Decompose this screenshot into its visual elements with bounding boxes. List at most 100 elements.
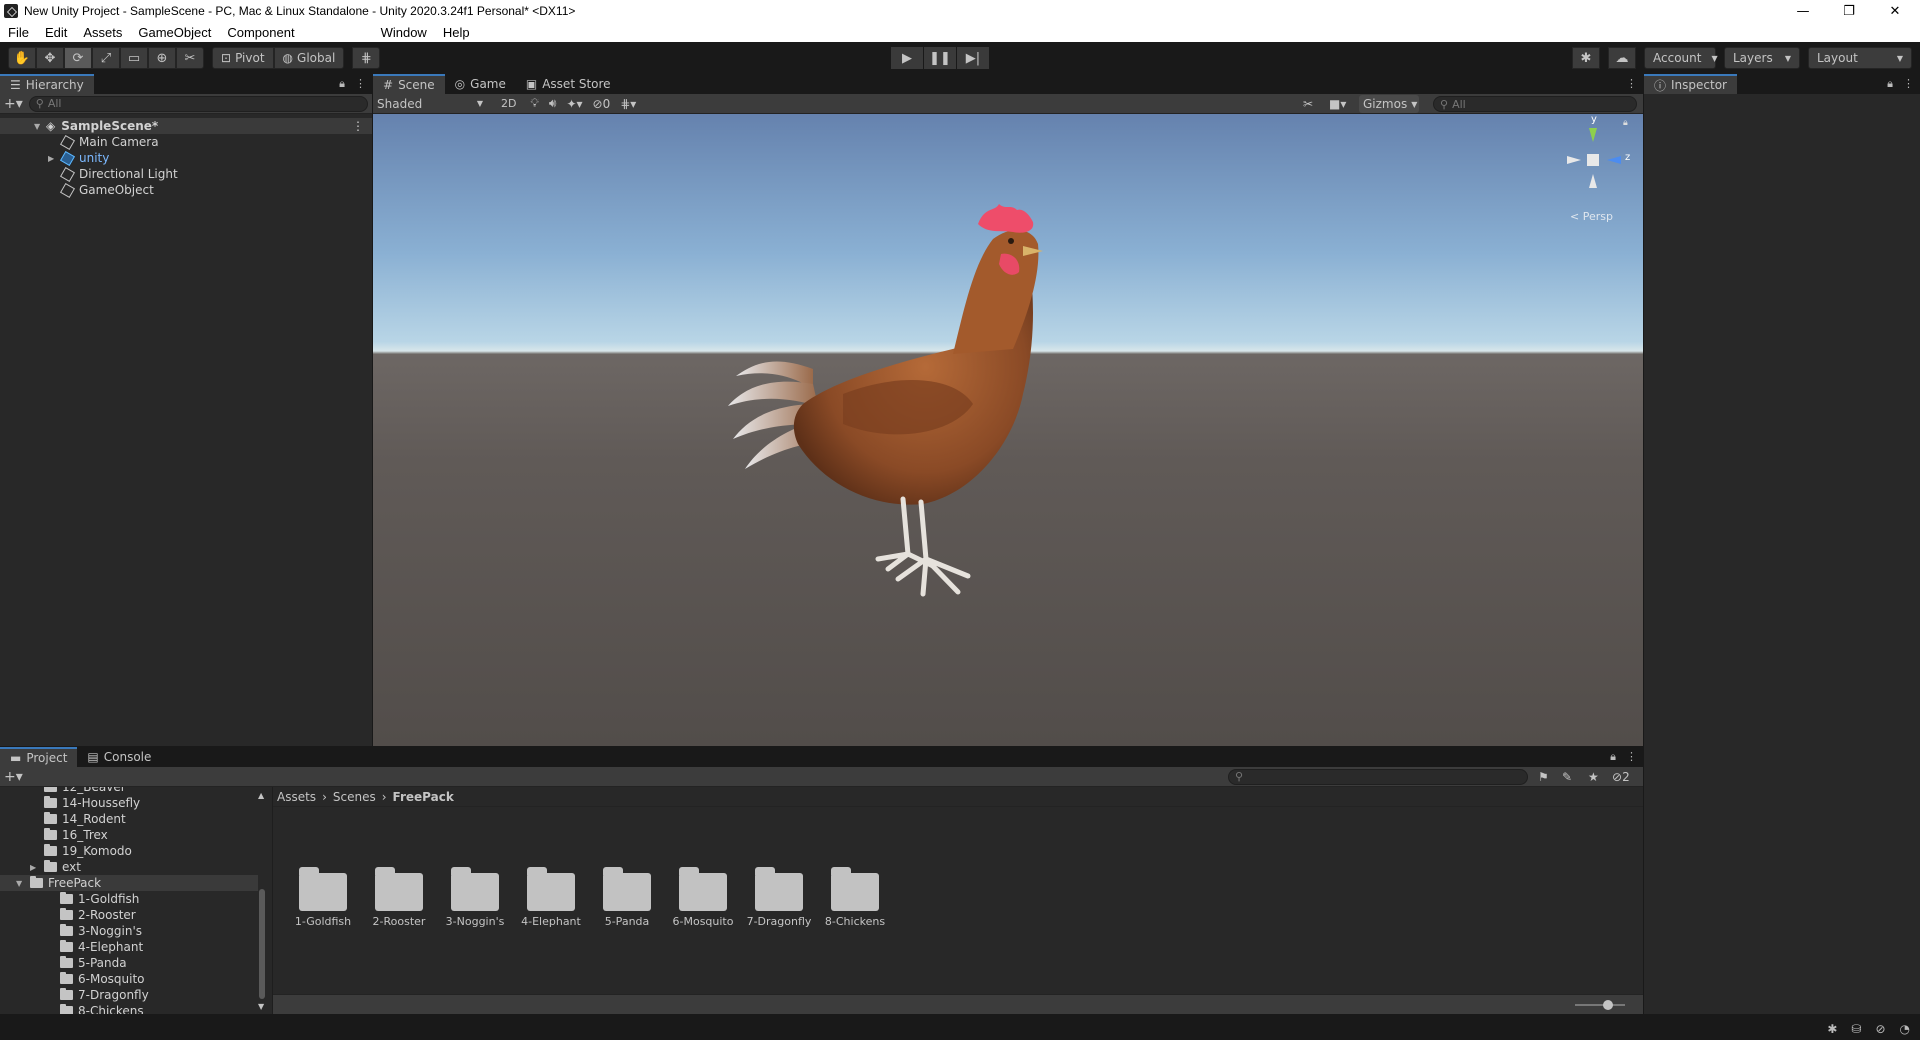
transform-tool-icon[interactable]: ⊕: [148, 47, 176, 69]
shading-mode-dropdown[interactable]: Shaded ▼: [373, 94, 491, 113]
kebab-menu-icon[interactable]: ⋮: [1626, 750, 1637, 764]
kebab-menu-icon[interactable]: ⋮: [355, 77, 366, 91]
menu-assets[interactable]: Assets: [75, 25, 130, 40]
mode-2d-toggle[interactable]: 2D: [501, 97, 516, 110]
icon-size-slider[interactable]: [1575, 1000, 1625, 1010]
cloud-icon[interactable]: ☁: [1608, 47, 1636, 69]
menu-edit[interactable]: Edit: [37, 25, 75, 40]
favorite-star-icon[interactable]: ★: [1588, 770, 1599, 784]
folder-item[interactable]: 4-Elephant: [513, 867, 589, 928]
foldout-collapsed-icon[interactable]: ▶: [48, 154, 58, 163]
folder-tree-item[interactable]: 19_Komodo: [44, 843, 132, 859]
gizmos-dropdown[interactable]: Gizmos ▼: [1359, 95, 1419, 113]
folder-tree-item[interactable]: 1-Goldfish: [60, 891, 139, 907]
auto-generate-lighting-icon[interactable]: ⊘: [1875, 1022, 1885, 1036]
tab-asset-store[interactable]: ▣ Asset Store: [515, 74, 621, 94]
hidden-packages-toggle[interactable]: ⊘2: [1612, 770, 1630, 784]
account-dropdown[interactable]: Account ▼: [1644, 47, 1718, 69]
filter-by-label-icon[interactable]: ✎: [1562, 770, 1572, 784]
folder-tree-item[interactable]: 5-Panda: [60, 955, 127, 971]
close-button[interactable]: ✕: [1872, 0, 1918, 22]
slider-thumb[interactable]: [1603, 1000, 1613, 1010]
kebab-menu-icon[interactable]: ⋮: [1626, 77, 1637, 90]
global-toggle[interactable]: ◍ Global: [273, 47, 345, 69]
scene-viewport[interactable]: y z 🔒︎ < Persp: [373, 114, 1643, 746]
folder-tree-item[interactable]: 12_Beaver: [44, 787, 126, 795]
tab-game[interactable]: ◎ Game: [444, 74, 516, 94]
foldout-collapsed-icon[interactable]: ▶: [30, 863, 40, 872]
audio-icon[interactable]: 🔊︎: [549, 96, 557, 111]
scroll-up-icon[interactable]: ▲: [258, 791, 264, 800]
folder-tree-item[interactable]: ▼ FreePack: [0, 875, 258, 891]
hierarchy-item[interactable]: GameObject: [0, 182, 372, 198]
menu-component[interactable]: Component: [219, 25, 302, 40]
folder-tree-item[interactable]: 4-Elephant: [60, 939, 143, 955]
menu-gameobject[interactable]: GameObject: [130, 25, 219, 40]
scroll-thumb[interactable]: [259, 889, 265, 999]
play-icon[interactable]: ▶: [891, 47, 923, 69]
hand-tool-icon[interactable]: ✋: [8, 47, 36, 69]
rect-tool-icon[interactable]: ▭: [120, 47, 148, 69]
minimize-button[interactable]: —: [1780, 0, 1826, 22]
scale-tool-icon[interactable]: ⤢: [92, 47, 120, 69]
projection-label[interactable]: < Persp: [1570, 210, 1613, 223]
folder-tree-item[interactable]: 14-Houssefly: [44, 795, 140, 811]
filter-by-type-icon[interactable]: ⚑: [1538, 770, 1549, 784]
tab-project[interactable]: ▬ Project: [0, 747, 78, 767]
custom-tool-icon[interactable]: ✂: [176, 47, 204, 69]
kebab-menu-icon[interactable]: ⋮: [1903, 77, 1914, 91]
folder-tree-item[interactable]: 7-Dragonfly: [60, 987, 149, 1003]
hierarchy-search-input[interactable]: ⚲ All: [28, 95, 368, 112]
folder-tree-item[interactable]: 16_Trex: [44, 827, 108, 843]
rooster-model[interactable]: [373, 114, 1643, 746]
foldout-expanded-icon[interactable]: ▼: [16, 879, 26, 888]
effects-icon[interactable]: ✦▾: [566, 97, 582, 111]
cache-icon[interactable]: ⛁: [1851, 1022, 1861, 1036]
hierarchy-item[interactable]: ▶ unity: [0, 150, 372, 166]
lock-icon[interactable]: 🔒︎: [1623, 118, 1628, 128]
folder-tree-item[interactable]: ▶ ext: [30, 859, 81, 875]
kebab-menu-icon[interactable]: ⋮: [352, 119, 364, 133]
debug-icon[interactable]: ✱: [1827, 1022, 1837, 1036]
scene-row[interactable]: ▼ ◈ SampleScene* ⋮: [0, 118, 372, 134]
scroll-down-icon[interactable]: ▼: [258, 1002, 264, 1011]
grid-snap-icon[interactable]: ⋕: [352, 47, 381, 69]
hidden-objects-toggle[interactable]: ⊘0: [593, 97, 611, 111]
orientation-gizmo[interactable]: y z 🔒︎: [1555, 114, 1635, 200]
menu-help[interactable]: Help: [435, 25, 478, 40]
scene-search-input[interactable]: ⚲ All: [1433, 96, 1637, 112]
folder-tree-item[interactable]: 14_Rodent: [44, 811, 126, 827]
pivot-toggle[interactable]: ⊡ Pivot: [212, 47, 274, 69]
camera-icon[interactable]: ■▾: [1329, 97, 1346, 111]
rotate-tool-icon[interactable]: ⟳: [64, 47, 92, 69]
tools-icon[interactable]: ✂: [1303, 97, 1313, 111]
lock-icon[interactable]: 🔒︎: [1610, 750, 1616, 764]
folder-item[interactable]: 6-Mosquito: [665, 867, 741, 928]
hierarchy-item[interactable]: Main Camera: [0, 134, 372, 150]
pause-icon[interactable]: ❚❚: [924, 47, 956, 69]
folder-item[interactable]: 7-Dragonfly: [741, 867, 817, 928]
folder-item[interactable]: 1-Goldfish: [285, 867, 361, 928]
lock-icon[interactable]: 🔒︎: [1887, 77, 1893, 91]
maximize-button[interactable]: ❐: [1826, 0, 1872, 22]
tab-scene[interactable]: # Scene: [373, 74, 445, 94]
lock-icon[interactable]: 🔒︎: [339, 77, 345, 91]
layout-dropdown[interactable]: Layout ▼: [1808, 47, 1912, 69]
lighting-icon[interactable]: 💡︎: [530, 96, 538, 111]
folder-tree-item[interactable]: 8-Chickens: [60, 1003, 144, 1014]
menu-window[interactable]: Window: [373, 25, 435, 40]
progress-icon[interactable]: ◔: [1900, 1022, 1910, 1036]
folder-tree-item[interactable]: 2-Rooster: [60, 907, 136, 923]
foldout-expanded-icon[interactable]: ▼: [34, 122, 44, 131]
tree-scrollbar[interactable]: ▲ ▼: [258, 791, 266, 1011]
folder-tree-item[interactable]: 6-Mosquito: [60, 971, 145, 987]
layers-dropdown[interactable]: Layers ▼: [1724, 47, 1800, 69]
tab-console[interactable]: ▤ Console: [77, 747, 162, 767]
folder-item[interactable]: 2-Rooster: [361, 867, 437, 928]
collab-icon[interactable]: ✱: [1572, 47, 1600, 69]
project-search-input[interactable]: ⚲: [1228, 768, 1528, 785]
folder-item[interactable]: 3-Noggin's: [437, 867, 513, 928]
move-tool-icon[interactable]: ✥: [36, 47, 64, 69]
folder-item[interactable]: 5-Panda: [589, 867, 665, 928]
grid-toggle-icon[interactable]: ⋕▾: [620, 97, 636, 111]
